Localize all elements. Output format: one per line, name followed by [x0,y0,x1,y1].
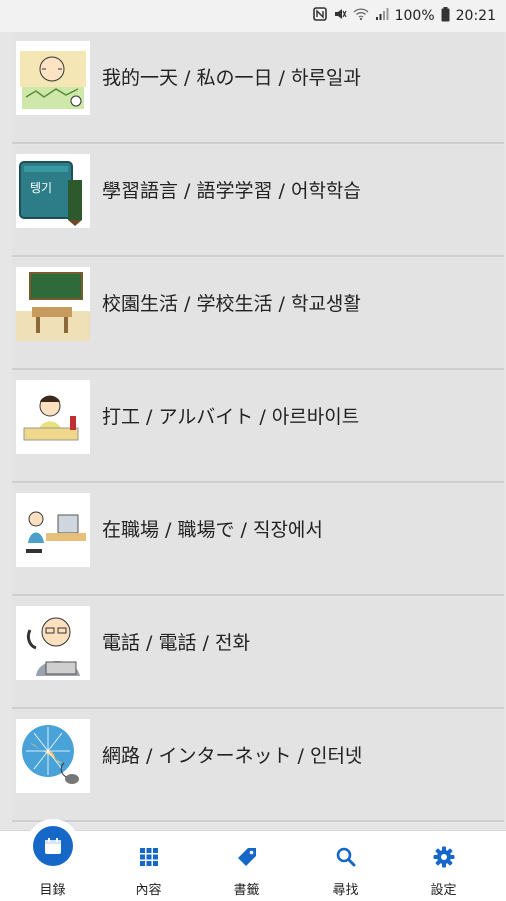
classroom-illustration [16,267,90,341]
bottom-tab-bar: 目錄 內容 書籤 尋找 設定 [0,819,506,901]
daily-life-illustration [16,41,90,115]
battery-text: 100% [394,8,435,24]
telephone-illustration [16,606,90,680]
battery-icon [441,6,450,26]
part-time-job-illustration [16,380,90,454]
clock-text: 20:21 [455,8,496,24]
tab-label: 內容 [135,883,162,898]
tab-label: 目錄 [39,883,66,898]
search-icon [334,845,358,869]
language-book-illustration: 텡기 [16,154,90,228]
tab-settings[interactable]: 設定 [393,831,494,901]
tab-label: 書籤 [233,883,260,898]
list-item-label: 學習語言 / 語学学習 / 어학학습 [102,179,361,202]
tab-content-list[interactable]: 內容 [98,831,199,901]
office-desk-illustration [16,493,90,567]
list-item[interactable]: 在職場 / 職場で / 직장에서 [12,484,504,596]
tab-bookmarks[interactable]: 書籤 [196,831,297,901]
list-item-label: 校園生活 / 学校生活 / 학교생활 [102,292,361,315]
tab-search[interactable]: 尋找 [295,831,396,901]
tab-label: 尋找 [332,883,359,898]
list-item-label: 我的一天 / 私の一日 / 하루일과 [102,66,361,89]
nfc-icon [312,7,327,25]
signal-icon [375,7,389,25]
topic-list: 我的一天 / 私の一日 / 하루일과 텡기 學習語言 / 語学学習 / 어학학습 [0,32,506,830]
list-item-label: 電話 / 電話 / 전화 [102,631,250,654]
gear-icon [432,845,456,869]
list-item-label: 打工 / アルバイト / 아르바이트 [102,405,360,428]
list-item-label: 在職場 / 職場で / 직장에서 [102,518,323,541]
list-item[interactable]: 打工 / アルバイト / 아르바이트 [12,371,504,483]
list-item[interactable]: 텡기 學習語言 / 語学学習 / 어학학습 [12,145,504,257]
calendar-icon [33,826,73,866]
wifi-icon [353,7,369,25]
tab-contents[interactable]: 目錄 [2,819,103,901]
tab-label: 設定 [430,883,457,898]
list-item[interactable]: 我的一天 / 私の一日 / 하루일과 [12,32,504,144]
list-item-label: 網路 / インターネット / 인터넷 [102,744,363,767]
tag-icon [235,845,259,869]
internet-globe-illustration [16,719,90,793]
mute-icon [333,7,347,25]
list-item[interactable]: 電話 / 電話 / 전화 [12,597,504,709]
status-bar: 100% 20:21 [0,0,506,32]
grid-icon [137,845,161,869]
list-item[interactable]: 校園生活 / 学校生活 / 학교생활 [12,258,504,370]
list-item[interactable]: 網路 / インターネット / 인터넷 [12,710,504,822]
svg-text:텡기: 텡기 [30,181,52,195]
